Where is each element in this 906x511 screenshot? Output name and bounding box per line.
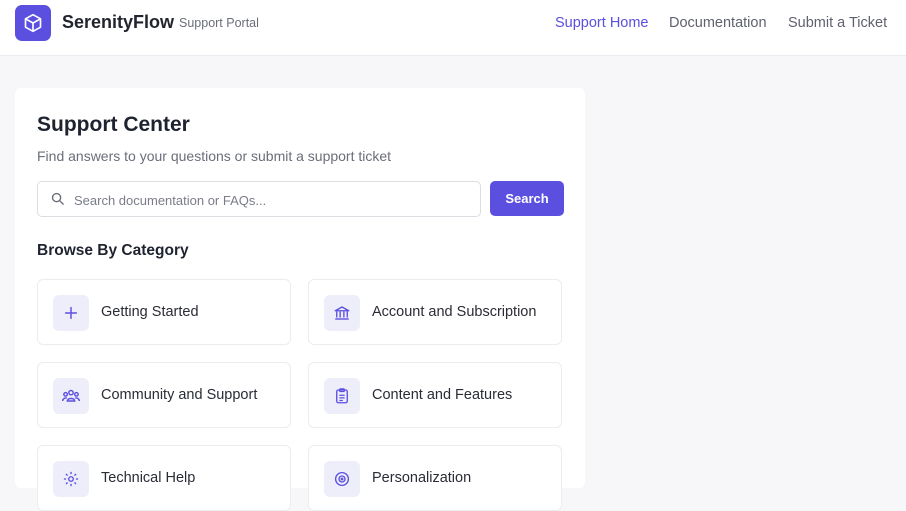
category-icon-box bbox=[53, 461, 89, 497]
category-icon-box bbox=[53, 378, 89, 414]
category-heading: Browse By Category bbox=[37, 242, 189, 259]
clipboard-icon bbox=[336, 388, 348, 404]
search-input[interactable] bbox=[72, 182, 476, 218]
support-center-card: Support Center Find answers to your ques… bbox=[15, 88, 585, 511]
logo[interactable] bbox=[15, 5, 51, 41]
gear-icon bbox=[63, 471, 79, 487]
category-label: Account and Subscription bbox=[372, 304, 537, 320]
brand-subtitle: Support Portal bbox=[179, 16, 259, 30]
category-community-support[interactable]: Community and Support bbox=[37, 362, 291, 428]
category-getting-started[interactable]: Getting Started bbox=[37, 279, 291, 345]
category-technical-help[interactable]: Technical Help bbox=[37, 445, 291, 511]
nav-support-home[interactable]: Support Home bbox=[555, 15, 649, 31]
nav-submit-ticket[interactable]: Submit a Ticket bbox=[788, 15, 887, 31]
users-icon bbox=[61, 389, 81, 402]
top-navigation-bar: SerenityFlow Support Portal Support Home… bbox=[0, 0, 906, 56]
category-label: Getting Started bbox=[101, 304, 199, 320]
category-icon-box bbox=[324, 295, 360, 331]
category-label: Technical Help bbox=[101, 470, 196, 486]
brand-name[interactable]: SerenityFlow bbox=[62, 12, 174, 33]
search-icon bbox=[51, 192, 64, 205]
category-label: Content and Features bbox=[372, 387, 513, 403]
category-content-features[interactable]: Content and Features bbox=[308, 362, 562, 428]
bank-icon bbox=[334, 306, 350, 320]
search-box bbox=[37, 181, 481, 218]
category-personalization[interactable]: Personalization bbox=[308, 445, 562, 511]
category-icon-box bbox=[53, 295, 89, 331]
category-icon-box bbox=[324, 461, 360, 497]
plus-icon bbox=[64, 306, 78, 320]
target-icon bbox=[334, 471, 350, 487]
category-icon-box bbox=[324, 378, 360, 414]
search-button[interactable]: Search bbox=[490, 181, 564, 216]
nav-documentation[interactable]: Documentation bbox=[669, 15, 767, 31]
category-label: Personalization bbox=[372, 470, 472, 486]
category-label: Community and Support bbox=[101, 387, 258, 403]
page-subtitle: Find answers to your questions or submit… bbox=[37, 148, 392, 164]
category-account-subscription[interactable]: Account and Subscription bbox=[308, 279, 562, 345]
page-title: Support Center bbox=[37, 113, 190, 136]
cube-icon bbox=[24, 13, 42, 33]
